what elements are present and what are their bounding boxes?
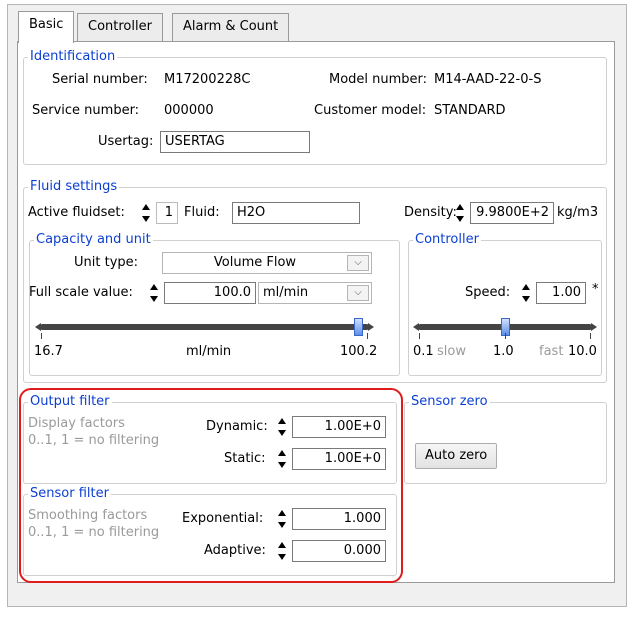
density-unit: kg/m3: [557, 205, 599, 220]
identification-group: Identification Serial number: M17200228C…: [23, 49, 607, 165]
flow-unit-value: ml/min: [263, 285, 309, 300]
capacity-min-label: 16.7: [34, 344, 63, 359]
fluid-input[interactable]: H2O: [232, 202, 360, 224]
identification-title: Identification: [28, 49, 118, 65]
speed-marker: *: [592, 282, 599, 297]
speed-slow-label: slow: [437, 344, 466, 359]
auto-zero-button[interactable]: Auto zero: [415, 443, 498, 469]
controller-title: Controller: [413, 232, 481, 248]
unit-type-value: Volume Flow: [213, 255, 297, 270]
slider-right-arrow-icon: [368, 323, 374, 331]
speed-max-label: 10.0: [568, 344, 597, 359]
unit-type-select[interactable]: Volume Flow ⌵: [162, 252, 372, 274]
tab-controller[interactable]: Controller: [77, 13, 163, 41]
slider-tick: [41, 333, 42, 339]
tab-alarm-count[interactable]: Alarm & Count: [172, 13, 290, 41]
active-fluidset-input[interactable]: 1: [156, 202, 178, 224]
speed-min-label: 0.1: [413, 344, 434, 359]
capacity-slider-track[interactable]: [41, 324, 368, 330]
customer-model-label: Customer model:: [314, 103, 427, 118]
chevron-down-icon[interactable]: ⌵: [347, 255, 369, 271]
slider-right-arrow-icon: [591, 323, 597, 331]
service-number-value: 000000: [164, 103, 214, 118]
highlight-outline: [19, 388, 403, 583]
fluid-settings-group: Fluid settings Active fluidset: 1 Fluid:…: [23, 179, 607, 383]
capacity-max-label: 100.2: [340, 344, 378, 359]
capacity-unit-label: ml/min: [186, 344, 232, 359]
full-scale-input[interactable]: 100.0: [164, 282, 256, 304]
full-scale-spinner[interactable]: [150, 282, 160, 304]
flow-unit-select[interactable]: ml/min ⌵: [258, 282, 372, 304]
sensor-zero-title: Sensor zero: [409, 394, 490, 410]
fluid-settings-title: Fluid settings: [28, 179, 120, 195]
model-number-value: M14-AAD-22-0-S: [434, 72, 542, 87]
sensor-zero-group: Sensor zero Auto zero: [404, 394, 607, 484]
tab-basic[interactable]: Basic: [18, 11, 75, 43]
density-label: Density:: [404, 205, 457, 220]
serial-number-label: Serial number:: [52, 72, 148, 87]
density-spinner[interactable]: [456, 202, 466, 224]
controller-group: Controller Speed: 1.00 * 0.1 slow 1.0 fa…: [408, 232, 602, 376]
slider-tick: [590, 333, 591, 339]
settings-window: Basic Controller Alarm & Count Identific…: [7, 4, 627, 607]
full-scale-label: Full scale value:: [29, 285, 133, 300]
slider-tick: [505, 333, 506, 339]
active-fluidset-spinner[interactable]: [142, 202, 152, 224]
customer-model-value: STANDARD: [434, 103, 506, 118]
capacity-unit-title: Capacity and unit: [34, 232, 153, 248]
usertag-input[interactable]: USERTAG: [160, 131, 310, 153]
fluid-label: Fluid:: [184, 205, 220, 220]
service-number-label: Service number:: [32, 103, 140, 118]
usertag-label: Usertag:: [98, 134, 154, 149]
speed-input[interactable]: 1.00: [536, 282, 586, 304]
chevron-down-icon[interactable]: ⌵: [347, 285, 369, 301]
capacity-slider-thumb[interactable]: [354, 318, 364, 336]
unit-type-label: Unit type:: [74, 255, 139, 270]
slider-tick: [367, 333, 368, 339]
speed-spinner[interactable]: [522, 282, 532, 304]
serial-number-value: M17200228C: [164, 72, 251, 87]
model-number-label: Model number:: [329, 72, 428, 87]
capacity-unit-group: Capacity and unit Unit type: Volume Flow…: [29, 232, 400, 376]
active-fluidset-label: Active fluidset:: [28, 205, 125, 220]
slider-tick: [419, 333, 420, 339]
speed-label: Speed:: [465, 285, 511, 300]
speed-fast-label: fast: [539, 344, 564, 359]
density-input[interactable]: 9.9800E+2: [470, 202, 554, 224]
speed-mid-label: 1.0: [493, 344, 514, 359]
basic-tab-panel: Identification Serial number: M17200228C…: [17, 41, 615, 583]
